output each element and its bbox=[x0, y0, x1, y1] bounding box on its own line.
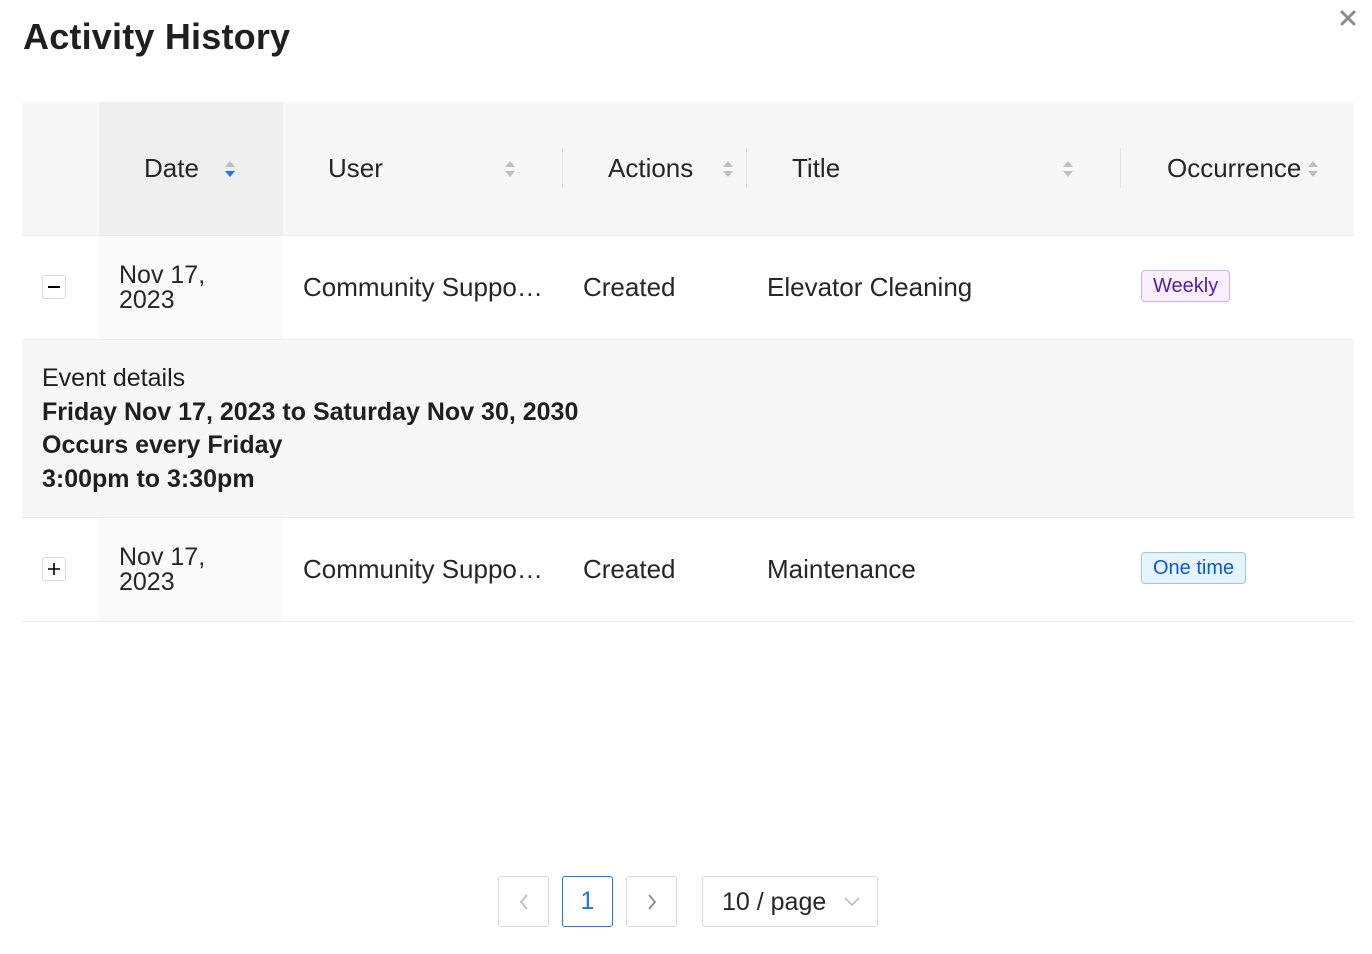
chevron-down-icon bbox=[844, 897, 860, 907]
occurrence-tag: One time bbox=[1141, 552, 1247, 584]
row-date-line1: Nov 17, bbox=[119, 543, 206, 571]
event-time: 3:00pm to 3:30pm bbox=[42, 465, 255, 493]
row-action: Created bbox=[583, 554, 676, 584]
expand-row-button[interactable] bbox=[42, 557, 66, 581]
plus-icon bbox=[48, 563, 60, 575]
occurrence-tag: Weekly bbox=[1141, 270, 1231, 302]
page-size-select[interactable]: 10 / page bbox=[702, 876, 878, 927]
next-page-button[interactable] bbox=[626, 876, 677, 927]
column-header-title-label: Title bbox=[792, 153, 841, 183]
table-row: Nov 17, 2023 Community Suppo… Created El… bbox=[22, 236, 1354, 340]
column-header-actions[interactable]: Actions bbox=[563, 102, 747, 235]
sort-icon[interactable] bbox=[1306, 157, 1320, 181]
sort-icon[interactable] bbox=[1061, 157, 1075, 181]
chevron-left-icon bbox=[519, 893, 528, 910]
row-user: Community Suppo… bbox=[303, 554, 543, 584]
page-size-value: 10 / page bbox=[722, 888, 827, 916]
column-header-actions-label: Actions bbox=[608, 153, 694, 183]
column-header-title[interactable]: Title bbox=[747, 102, 1121, 235]
column-header-date-label: Date bbox=[144, 153, 199, 183]
row-title: Maintenance bbox=[767, 554, 916, 584]
row-title: Elevator Cleaning bbox=[767, 272, 973, 302]
minus-icon bbox=[48, 286, 60, 288]
event-details-heading: Event details bbox=[42, 364, 186, 392]
column-header-user[interactable]: User bbox=[283, 102, 563, 235]
row-date-line2: 2023 bbox=[119, 568, 175, 596]
column-header-occurrence-label: Occurrence bbox=[1167, 153, 1302, 183]
table-row: Nov 17, 2023 Community Suppo… Created Ma… bbox=[22, 518, 1354, 622]
row-date-line1: Nov 17, bbox=[119, 261, 206, 289]
column-header-occurrence[interactable]: Occurrence bbox=[1121, 102, 1354, 235]
sort-descending-icon[interactable] bbox=[223, 157, 237, 181]
activity-table: Date User Actions Title Occurrence Nov 1… bbox=[22, 102, 1354, 622]
page-number: 1 bbox=[580, 887, 595, 915]
row-action: Created bbox=[583, 272, 676, 302]
close-button[interactable] bbox=[1336, 6, 1360, 30]
event-date-range: Friday Nov 17, 2023 to Saturday Nov 30, … bbox=[42, 398, 579, 426]
chevron-right-icon bbox=[647, 893, 656, 910]
column-header-user-label: User bbox=[328, 153, 383, 183]
prev-page-button[interactable] bbox=[498, 876, 549, 927]
close-icon bbox=[1340, 10, 1356, 26]
row-date: Nov 17, 2023 bbox=[119, 263, 205, 313]
row-user: Community Suppo… bbox=[303, 272, 543, 302]
collapse-row-button[interactable] bbox=[42, 275, 66, 299]
page-1-button[interactable]: 1 bbox=[562, 876, 613, 927]
sort-icon[interactable] bbox=[721, 157, 735, 181]
event-recurrence: Occurs every Friday bbox=[42, 431, 283, 459]
row-date-line2: 2023 bbox=[119, 286, 175, 314]
column-header-date[interactable]: Date bbox=[99, 102, 283, 235]
sort-icon[interactable] bbox=[503, 157, 517, 181]
table-header: Date User Actions Title Occurrence bbox=[22, 102, 1354, 236]
modal-title: Activity History bbox=[23, 16, 291, 57]
row-date: Nov 17, 2023 bbox=[119, 545, 205, 595]
event-details-panel: Event details Friday Nov 17, 2023 to Sat… bbox=[22, 340, 1354, 518]
activity-history-modal: Activity History Date User Actions Title… bbox=[0, 0, 1372, 954]
